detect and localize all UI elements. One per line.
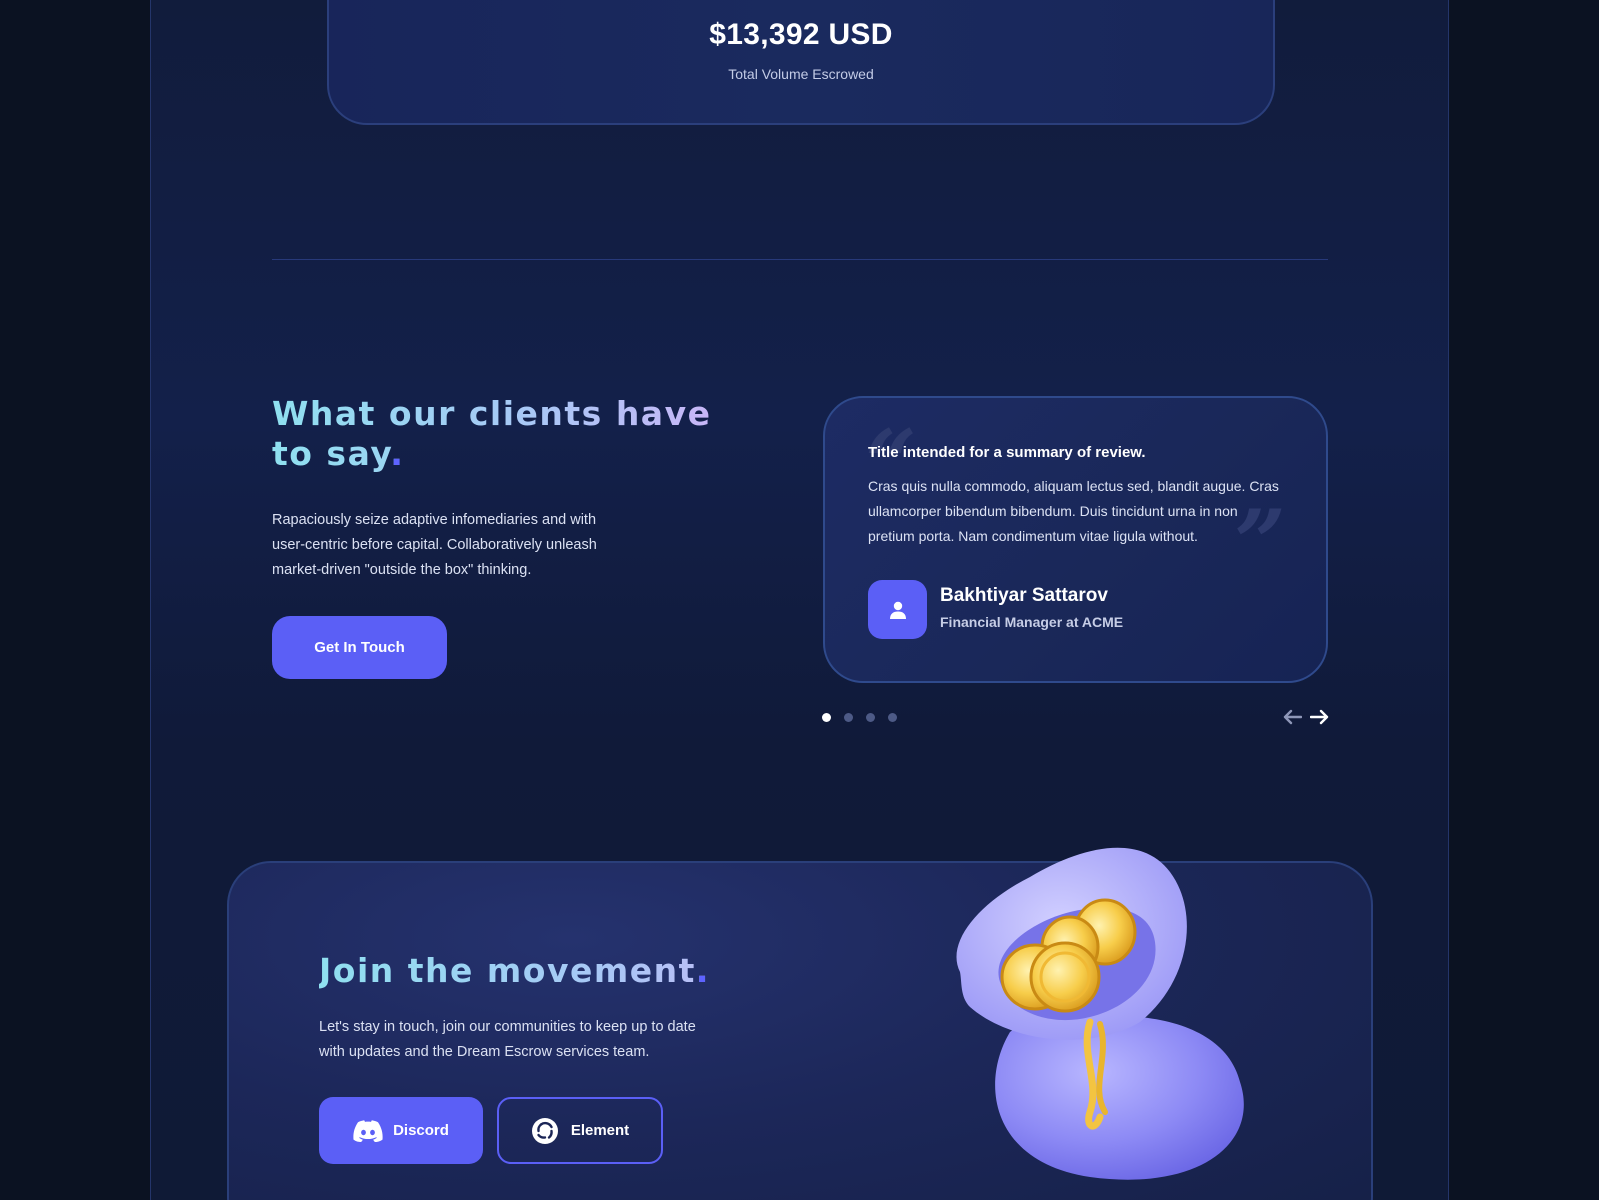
carousel-pagination [822,713,897,722]
element-icon [531,1117,558,1144]
carousel-arrows [1281,707,1331,727]
carousel-dot[interactable] [888,713,897,722]
reviewer-name: Bakhtiyar Sattarov [940,585,1108,606]
review-card: “ ” Title intended for a summary of revi… [823,396,1328,683]
carousel-dot[interactable] [844,713,853,722]
join-description: Let's stay in touch, join our communitie… [319,1019,696,1060]
heading-accent-dot: . [390,434,405,473]
discord-button-label: Discord [393,1122,449,1139]
heading-accent-dot: . [695,951,710,990]
join-heading-text: Join the movement [319,951,696,990]
user-icon [889,601,906,619]
total-volume-value: $13,392 USD [709,18,893,51]
testimonials-description: Rapaciously seize adaptive infomediaries… [272,512,597,578]
money-bag-illustration [940,832,1270,1192]
element-button-label: Element [570,1122,630,1139]
reviewer-avatar [868,580,927,639]
total-volume-label: Total Volume Escrowed [728,66,874,82]
arrow-right-icon[interactable] [1309,707,1331,727]
section-divider [272,259,1328,260]
carousel-dot[interactable] [866,713,875,722]
arrow-left-icon[interactable] [1281,707,1303,727]
discord-button[interactable]: Discord [319,1097,483,1164]
review-text: Cras quis nulla commodo, aliquam lectus … [868,478,1279,544]
join-heading: Join the movement. [319,951,799,991]
element-button[interactable]: Element [497,1097,663,1164]
total-volume-card: $13,392 USD Total Volume Escrowed [327,0,1275,125]
discord-icon [353,1119,383,1142]
carousel-dot[interactable] [822,713,831,722]
review-title: Title intended for a summary of review. [868,444,1146,461]
get-in-touch-button[interactable]: Get In Touch [272,616,447,679]
testimonials-heading-text: What our clients have to say [272,394,712,473]
reviewer-role: Financial Manager at ACME [940,614,1124,630]
testimonials-heading: What our clients have to say. [272,394,712,474]
